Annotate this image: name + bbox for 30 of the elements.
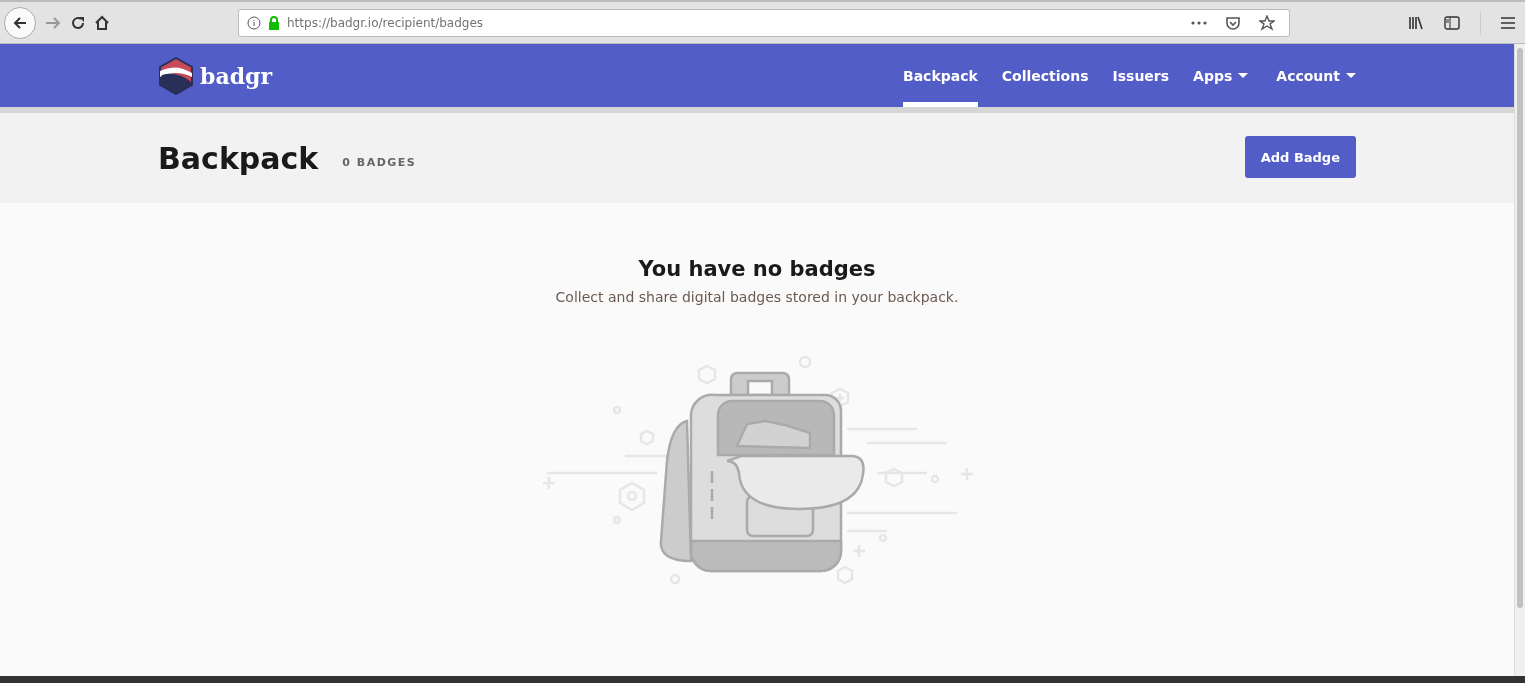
nav-link[interactable]: Account [1276, 44, 1356, 107]
page-title: Backpack [158, 140, 319, 176]
empty-state-text: Collect and share digital badges stored in your backpack. [555, 289, 959, 305]
reload-icon[interactable] [70, 14, 86, 31]
nav-link[interactable]: Collections [1001, 44, 1089, 107]
logo-icon [158, 56, 194, 95]
back-arrow-icon [12, 14, 28, 31]
empty-state-title: You have no badges [638, 257, 876, 281]
more-icon[interactable] [1191, 20, 1207, 25]
info-icon [247, 15, 261, 30]
add-badge-button[interactable]: Add Badge [1244, 136, 1356, 178]
star-icon[interactable] [1259, 14, 1275, 31]
lock-icon [268, 15, 280, 30]
nav-link[interactable]: Issuers [1112, 44, 1170, 107]
pocket-icon[interactable] [1225, 14, 1241, 31]
scrollbar-thumb[interactable] [1517, 48, 1523, 608]
home-icon[interactable] [94, 14, 110, 31]
address-bar[interactable]: https://badgr.io/recipient/badges [238, 8, 1290, 37]
scrollbar[interactable] [1514, 44, 1525, 676]
menu-icon[interactable] [1501, 16, 1515, 29]
library-icon[interactable] [1408, 15, 1424, 30]
caret-icon [1346, 72, 1356, 79]
caret-icon [1238, 72, 1249, 79]
nav-link[interactable]: Backpack [903, 44, 978, 107]
url-text: https://badgr.io/recipient/badges [287, 15, 485, 30]
sidebar-icon[interactable] [1444, 15, 1460, 30]
nav-link[interactable]: Apps [1193, 44, 1249, 107]
back-button[interactable] [4, 6, 36, 39]
badge-count: 0 BADGES [342, 155, 417, 169]
logo-text: badgr [200, 62, 272, 89]
